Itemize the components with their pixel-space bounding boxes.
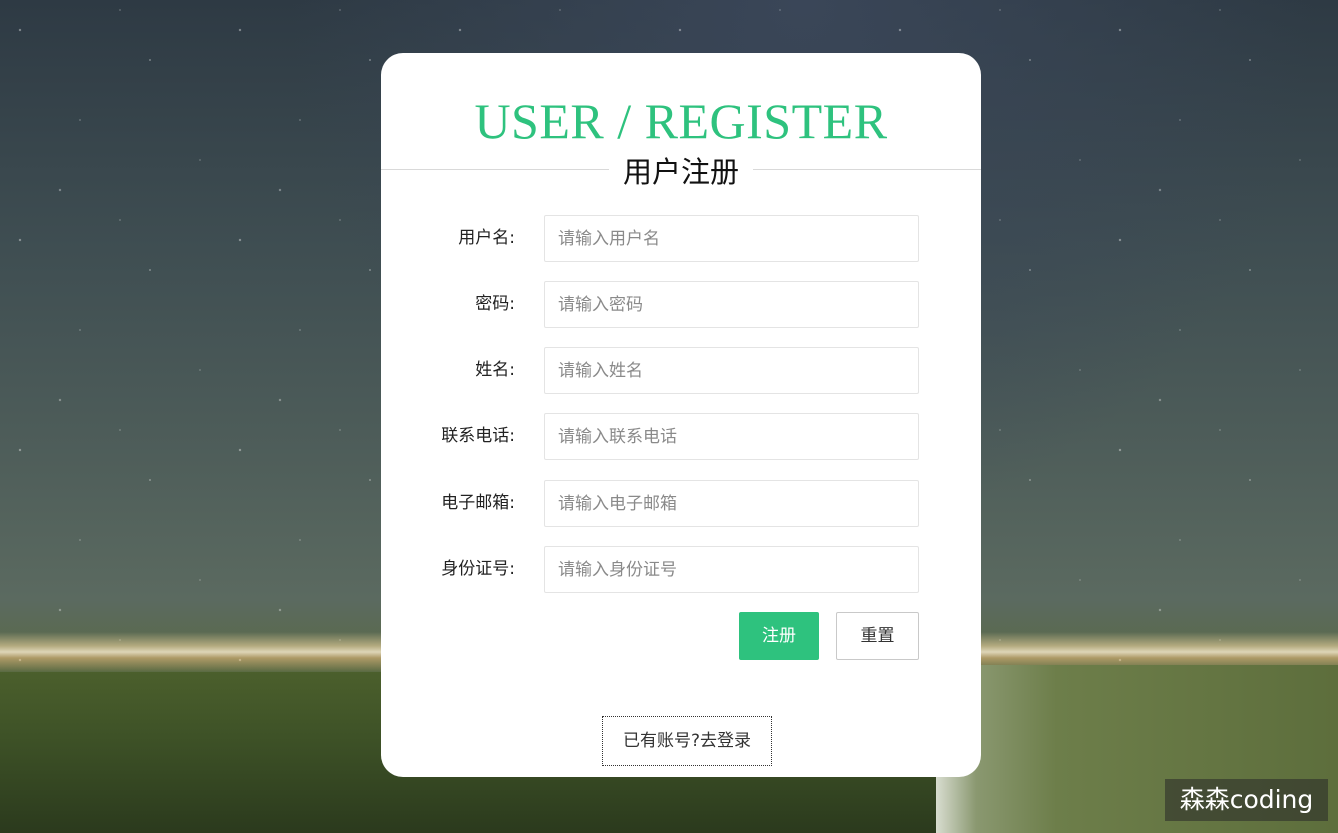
name-label: 姓名: xyxy=(475,360,515,380)
phone-input[interactable] xyxy=(544,413,919,460)
username-input[interactable] xyxy=(544,215,919,262)
idcard-input[interactable] xyxy=(544,546,919,593)
form-row-idcard: 身份证号: xyxy=(381,546,981,593)
password-label: 密码: xyxy=(475,294,515,314)
email-input[interactable] xyxy=(544,480,919,527)
name-input[interactable] xyxy=(544,347,919,394)
page-title-en: USER / REGISTER xyxy=(474,93,888,149)
watermark: 森森coding xyxy=(1165,779,1328,821)
form-row-email: 电子邮箱: xyxy=(381,480,981,527)
register-button[interactable]: 注册 xyxy=(739,612,819,660)
form-row-name: 姓名: xyxy=(381,347,981,394)
form-row-password: 密码: xyxy=(381,281,981,328)
form-row-username: 用户名: xyxy=(381,215,981,262)
password-input[interactable] xyxy=(544,281,919,328)
email-label: 电子邮箱: xyxy=(441,493,515,513)
username-label: 用户名: xyxy=(458,228,515,248)
register-card: USER / REGISTER 用户注册 用户名: 密码: 姓名: 联系电话: … xyxy=(381,53,981,777)
phone-label: 联系电话: xyxy=(441,426,515,446)
reset-button[interactable]: 重置 xyxy=(836,612,919,660)
form-row-phone: 联系电话: xyxy=(381,413,981,460)
go-login-link[interactable]: 已有账号?去登录 xyxy=(602,716,772,766)
idcard-label: 身份证号: xyxy=(441,559,515,579)
page-title-cn: 用户注册 xyxy=(608,152,754,192)
